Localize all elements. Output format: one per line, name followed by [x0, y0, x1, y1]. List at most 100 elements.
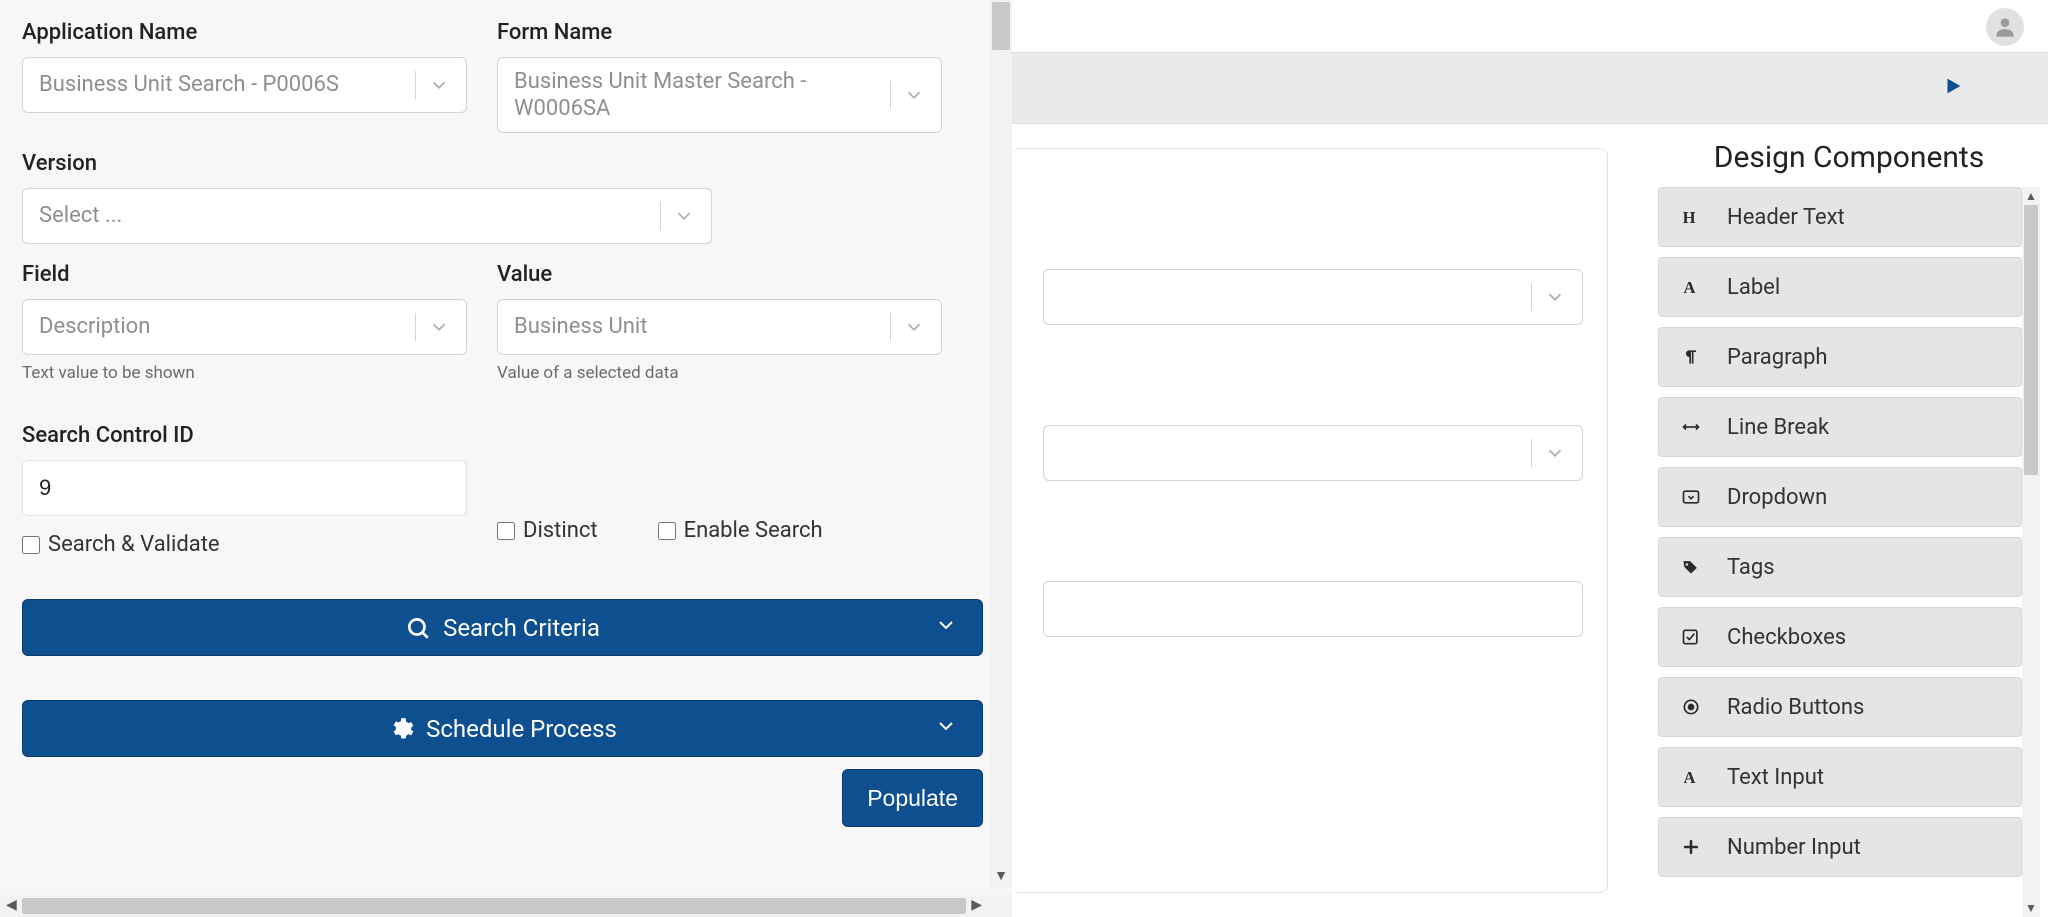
chevron-down-icon: [1544, 442, 1566, 464]
checkboxes-icon: [1679, 627, 1703, 647]
search-validate-checkbox[interactable]: Search & Validate: [22, 532, 467, 557]
components-panel: Design Components H Header Text A Label Para…: [1638, 124, 2048, 917]
field-select[interactable]: Description: [22, 299, 467, 355]
radio-icon: [1679, 697, 1703, 717]
field-value: Description: [39, 313, 403, 341]
chevron-down-icon: [1544, 286, 1566, 308]
play-icon: [1942, 75, 1964, 97]
component-label: Label: [1727, 275, 1780, 300]
textinput-icon: A: [1679, 767, 1703, 787]
enable-search-input[interactable]: [658, 522, 676, 540]
search-criteria-label: Search Criteria: [443, 614, 600, 642]
scroll-down-icon[interactable]: ▼: [994, 867, 1008, 884]
left-vertical-scrollbar[interactable]: ▼: [990, 0, 1012, 888]
chevron-down-icon: [428, 316, 450, 338]
toolbar: [1012, 52, 2048, 124]
canvas-text-input[interactable]: [1043, 581, 1583, 637]
component-paragraph[interactable]: Paragraph: [1658, 327, 2022, 387]
chevron-down-icon: [934, 714, 958, 744]
top-header: [1012, 0, 2048, 52]
value-select[interactable]: Business Unit: [497, 299, 942, 355]
distinct-checkbox[interactable]: Distinct: [497, 518, 598, 543]
svg-text:A: A: [1684, 278, 1696, 297]
paragraph-icon: [1679, 347, 1703, 367]
form-name-label: Form Name: [497, 20, 942, 45]
value-value: Business Unit: [514, 313, 878, 341]
component-checkboxes[interactable]: Checkboxes: [1658, 607, 2022, 667]
user-icon: [1992, 14, 2018, 40]
search-validate-label: Search & Validate: [48, 532, 220, 557]
component-header[interactable]: H Header Text: [1658, 187, 2022, 247]
component-tags[interactable]: Tags: [1658, 537, 2022, 597]
scrollbar-thumb[interactable]: [992, 2, 1010, 50]
enable-search-checkbox[interactable]: Enable Search: [658, 518, 823, 543]
component-label: Dropdown: [1727, 485, 1827, 510]
search-control-label: Search Control ID: [22, 423, 467, 448]
version-placeholder: Select ...: [39, 202, 648, 230]
field-label: Field: [22, 262, 467, 287]
scroll-right-icon[interactable]: ▶: [971, 897, 982, 913]
scroll-left-icon[interactable]: ◀: [6, 897, 17, 913]
svg-text:H: H: [1683, 208, 1696, 227]
chevron-down-icon: [903, 84, 925, 106]
canvas-form: [1012, 148, 1608, 893]
component-radio[interactable]: Radio Buttons: [1658, 677, 2022, 737]
distinct-input[interactable]: [497, 522, 515, 540]
enable-search-label: Enable Search: [684, 518, 823, 543]
chevron-down-icon: [428, 74, 450, 96]
main-area: Design Components H Header Text A Label Para…: [1012, 0, 2048, 917]
dropdown-icon: [1679, 487, 1703, 507]
component-textinput[interactable]: A Text Input: [1658, 747, 2022, 807]
left-horizontal-scrollbar[interactable]: ◀ ▶: [0, 895, 1012, 917]
version-select[interactable]: Select ...: [22, 188, 712, 244]
component-dropdown[interactable]: Dropdown: [1658, 467, 2022, 527]
form-name-select[interactable]: Business Unit Master Search - W0006SA: [497, 57, 942, 133]
version-label: Version: [22, 151, 712, 176]
canvas-dropdown-1[interactable]: [1043, 269, 1583, 325]
component-label: Paragraph: [1727, 345, 1828, 370]
component-linebreak[interactable]: Line Break: [1658, 397, 2022, 457]
value-label: Value: [497, 262, 942, 287]
scrollbar-thumb[interactable]: [22, 898, 966, 914]
distinct-label: Distinct: [523, 518, 598, 543]
component-label: Text Input: [1727, 765, 1824, 790]
application-name-select[interactable]: Business Unit Search - P0006S: [22, 57, 467, 113]
scroll-up-icon[interactable]: ▲: [2025, 189, 2037, 203]
user-avatar[interactable]: [1986, 8, 2024, 46]
application-name-value: Business Unit Search - P0006S: [39, 71, 403, 99]
component-number[interactable]: Number Input: [1658, 817, 2022, 877]
component-label: Tags: [1727, 555, 1775, 580]
component-label: Header Text: [1727, 205, 1845, 230]
schedule-process-bar[interactable]: Schedule Process: [22, 700, 983, 757]
application-name-label: Application Name: [22, 20, 467, 45]
svg-text:A: A: [1684, 768, 1696, 787]
chevron-down-icon: [903, 316, 925, 338]
scrollbar-thumb[interactable]: [2024, 205, 2038, 475]
chevron-down-icon: [934, 613, 958, 643]
component-label: Radio Buttons: [1727, 695, 1864, 720]
component-label: Number Input: [1727, 835, 1861, 860]
component-label: Line Break: [1727, 415, 1829, 440]
design-canvas: [1012, 124, 1638, 917]
component-label: Checkboxes: [1727, 625, 1846, 650]
number-icon: [1679, 837, 1703, 857]
components-title: Design Components: [1658, 140, 2040, 187]
tags-icon: [1679, 557, 1703, 577]
label-icon: A: [1679, 277, 1703, 297]
scroll-down-icon[interactable]: ▼: [2025, 901, 2037, 915]
header-icon: H: [1679, 207, 1703, 227]
component-label[interactable]: A Label: [1658, 257, 2022, 317]
search-validate-input[interactable]: [22, 536, 40, 554]
gear-icon: [388, 716, 414, 742]
search-criteria-bar[interactable]: Search Criteria: [22, 599, 983, 656]
play-button[interactable]: [1942, 75, 1964, 101]
schedule-process-label: Schedule Process: [426, 715, 617, 743]
value-helper: Value of a selected data: [497, 363, 942, 383]
form-name-value: Business Unit Master Search - W0006SA: [514, 68, 878, 123]
components-scrollbar[interactable]: ▲ ▼: [2022, 187, 2040, 917]
populate-button[interactable]: Populate: [842, 769, 983, 827]
config-panel: Application Name Business Unit Search - …: [0, 0, 1012, 917]
canvas-dropdown-2[interactable]: [1043, 425, 1583, 481]
search-control-input[interactable]: [22, 460, 467, 516]
search-icon: [405, 615, 431, 641]
